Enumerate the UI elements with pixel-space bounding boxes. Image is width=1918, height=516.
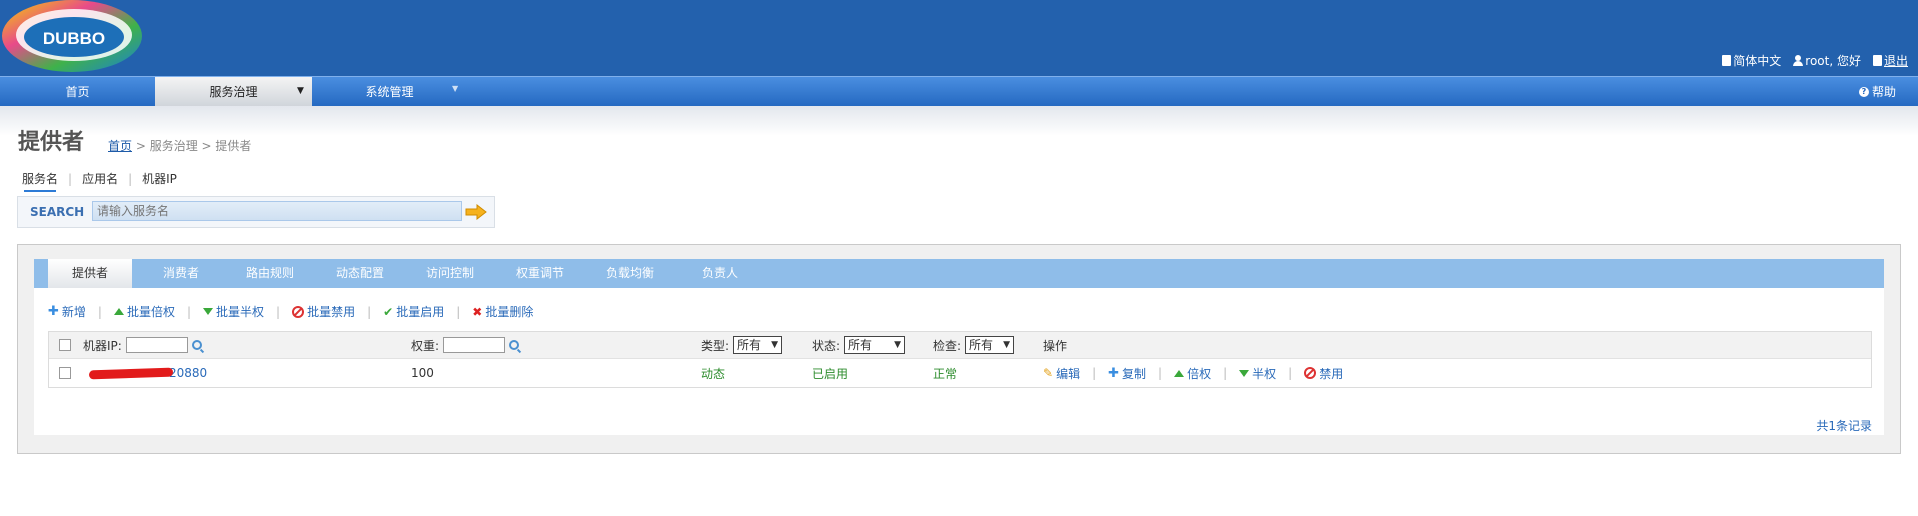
arrow-up-icon <box>1174 369 1185 377</box>
batch-half-weight-button[interactable]: 批量半权 <box>203 303 264 320</box>
plus-icon: ✚ <box>1108 365 1120 381</box>
status-filter: 状态: 所有 ▼ <box>812 332 905 358</box>
breadcrumb: 首页 > 服务治理 > 提供者 <box>108 139 252 153</box>
breadcrumb-home[interactable]: 首页 <box>108 139 132 153</box>
select-all-checkbox[interactable] <box>59 339 71 351</box>
add-button[interactable]: ✚ 新增 <box>48 303 86 320</box>
svg-text:DUBBO: DUBBO <box>43 29 105 48</box>
tab-access-control[interactable]: 访问控制 <box>410 259 490 288</box>
double-weight-button[interactable]: 倍权 <box>1174 365 1211 382</box>
status-filter-select[interactable]: 所有 ▼ <box>844 336 905 354</box>
providers-panel: 提供者 消费者 路由规则 动态配置 访问控制 权重调节 负载均衡 负责人 ✚ 新增… <box>17 244 1901 454</box>
dubbo-logo[interactable]: DUBBO <box>0 0 145 80</box>
tab-providers[interactable]: 提供者 <box>48 259 132 288</box>
search-label: SEARCH <box>30 205 85 219</box>
arrow-down-icon <box>1239 369 1250 377</box>
type-filter-select[interactable]: 所有 ▼ <box>733 336 782 354</box>
user-icon <box>1793 55 1804 66</box>
tab-load-balance[interactable]: 负载均衡 <box>590 259 670 288</box>
search-type-tabs: 服务名 | 应用名 | 机器IP <box>22 170 177 192</box>
ops-header: 操作 <box>1043 338 1068 353</box>
check-value: 正常 <box>933 366 958 381</box>
chevron-down-icon: ▼ <box>1003 340 1010 350</box>
chevron-down-icon: ▼ <box>771 340 778 350</box>
search-box: SEARCH <box>17 196 495 228</box>
tab-dynamic-config[interactable]: 动态配置 <box>320 259 400 288</box>
ban-icon <box>292 305 305 318</box>
logout-icon <box>1872 55 1882 66</box>
nav-shadow <box>0 106 1918 136</box>
table-row: 20880 100 动态 已启用 正常 ✎ 编辑 | ✚ 复制 | 倍权 | 半权 … <box>49 358 1871 387</box>
action-toolbar: ✚ 新增 | 批量倍权 | 批量半权 | 批量禁用 | ✔ 批量启用 | ✖ 批量删除 <box>48 303 534 320</box>
batch-enable-button[interactable]: ✔ 批量启用 <box>383 303 444 320</box>
row-checkbox[interactable] <box>59 367 71 379</box>
panel-content: 提供者 消费者 路由规则 动态配置 访问控制 权重调节 负载均衡 负责人 ✚ 新增… <box>34 259 1884 435</box>
providers-table: 机器IP: 权重: 类型: 所有 ▼ 状态: 所有 ▼ 检查: 所有 ▼ 操作 … <box>48 331 1872 388</box>
help-icon: ? <box>1858 87 1869 97</box>
chevron-down-icon[interactable]: ▼ <box>452 77 458 101</box>
record-count: 共1条记录 <box>1816 419 1872 433</box>
weight-value: 100 <box>411 366 434 380</box>
search-tab-application[interactable]: 应用名 <box>82 170 118 187</box>
plus-icon: ✚ <box>48 304 59 319</box>
tab-bar: 提供者 消费者 路由规则 动态配置 访问控制 权重调节 负载均衡 负责人 <box>34 259 1884 288</box>
ip-filter: 机器IP: <box>83 332 202 358</box>
tab-consumers[interactable]: 消费者 <box>144 259 218 288</box>
chevron-down-icon: ▼ <box>894 340 901 350</box>
tab-weight[interactable]: 权重调节 <box>500 259 580 288</box>
search-tab-ip[interactable]: 机器IP <box>142 170 177 187</box>
user-bar: 简体中文 root, 您好 退出 <box>1722 52 1908 69</box>
help-link[interactable]: ? 帮助 <box>1858 77 1896 107</box>
pencil-icon: ✎ <box>1043 366 1054 380</box>
nav-system-management[interactable]: 系统管理 <box>312 77 467 107</box>
nav-service-governance[interactable]: 服务治理 <box>155 77 312 107</box>
delete-icon: ✖ <box>472 304 483 319</box>
type-filter: 类型: 所有 ▼ <box>701 332 782 358</box>
row-actions: ✎ 编辑 | ✚ 复制 | 倍权 | 半权 | 禁用 <box>1043 365 1344 382</box>
weight-filter-input[interactable] <box>443 337 506 353</box>
user-greeting: root, 您好 <box>1793 52 1861 69</box>
tab-owner[interactable]: 负责人 <box>680 259 760 288</box>
search-tab-service[interactable]: 服务名 <box>22 170 58 192</box>
weight-filter: 权重: <box>411 332 520 358</box>
search-input[interactable] <box>92 201 462 221</box>
disable-button[interactable]: 禁用 <box>1304 365 1343 382</box>
chevron-down-icon[interactable]: ▼ <box>297 77 304 105</box>
check-icon: ✔ <box>383 304 394 319</box>
batch-disable-button[interactable]: 批量禁用 <box>292 303 355 320</box>
edit-button[interactable]: ✎ 编辑 <box>1043 365 1080 382</box>
main-nav: 首页 服务治理 ▼ 系统管理 ▼ ? 帮助 <box>0 76 1918 107</box>
search-arrow-icon[interactable] <box>464 204 488 220</box>
redaction-mark <box>88 367 174 379</box>
check-filter-select[interactable]: 所有 ▼ <box>965 336 1014 354</box>
status-value: 已启用 <box>812 366 849 381</box>
nav-home[interactable]: 首页 <box>0 77 155 107</box>
tab-routes[interactable]: 路由规则 <box>230 259 310 288</box>
copy-button[interactable]: ✚ 复制 <box>1108 365 1146 382</box>
search-icon[interactable] <box>191 340 202 350</box>
logout-link[interactable]: 退出 <box>1872 52 1908 69</box>
batch-double-weight-button[interactable]: 批量倍权 <box>113 303 175 320</box>
ban-icon <box>1304 367 1317 379</box>
table-header: 机器IP: 权重: 类型: 所有 ▼ 状态: 所有 ▼ 检查: 所有 ▼ 操作 <box>49 332 1871 358</box>
check-filter: 检查: 所有 ▼ <box>933 332 1014 358</box>
ip-filter-input[interactable] <box>125 337 188 353</box>
app-header: DUBBO 简体中文 root, 您好 退出 <box>0 0 1918 76</box>
arrow-up-icon <box>113 308 124 315</box>
provider-address-link[interactable]: 20880 <box>88 359 207 387</box>
page-title: 提供者 <box>18 130 85 155</box>
language-link[interactable]: 简体中文 <box>1722 52 1781 69</box>
half-weight-button[interactable]: 半权 <box>1239 365 1276 382</box>
batch-delete-button[interactable]: ✖ 批量删除 <box>472 303 533 320</box>
search-icon[interactable] <box>509 340 520 350</box>
type-value: 动态 <box>701 366 726 381</box>
document-icon <box>1722 55 1732 66</box>
arrow-down-icon <box>203 308 214 315</box>
